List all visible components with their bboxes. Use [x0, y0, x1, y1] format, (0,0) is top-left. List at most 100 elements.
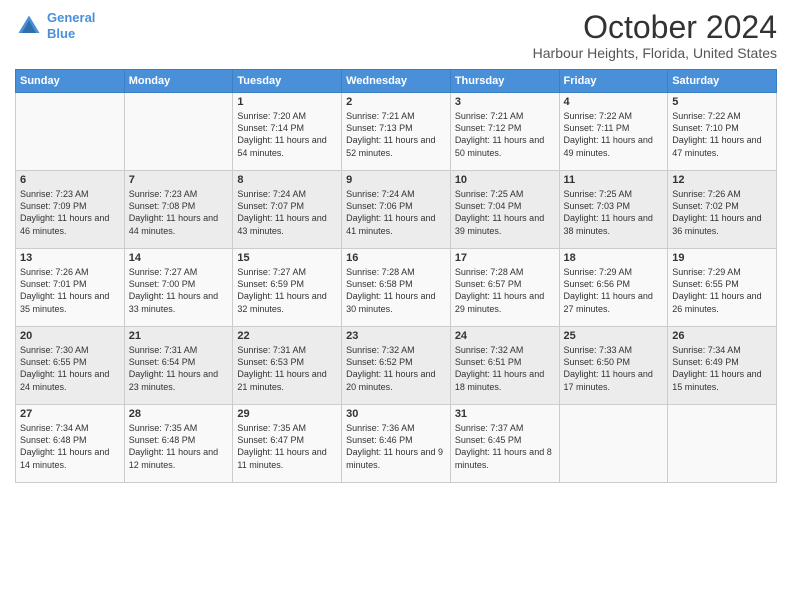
day-info: Sunrise: 7:25 AM Sunset: 7:03 PM Dayligh…: [564, 188, 664, 237]
calendar-cell: 2 Sunrise: 7:21 AM Sunset: 7:13 PM Daylig…: [342, 93, 451, 171]
day-info: Sunrise: 7:35 AM Sunset: 6:47 PM Dayligh…: [237, 422, 337, 471]
calendar-cell: 10 Sunrise: 7:25 AM Sunset: 7:04 PM Dayli…: [450, 171, 559, 249]
calendar-cell: [124, 93, 233, 171]
day-info: Sunrise: 7:28 AM Sunset: 6:58 PM Dayligh…: [346, 266, 446, 315]
week-row-4: 20Sunrise: 7:30 AM Sunset: 6:55 PM Dayli…: [16, 327, 777, 405]
day-info: Sunrise: 7:26 AM Sunset: 7:02 PM Dayligh…: [672, 188, 772, 237]
day-number: 20: [20, 330, 120, 342]
day-number: 31: [455, 408, 555, 420]
day-number: 2: [346, 96, 446, 108]
day-info: Sunrise: 7:29 AM Sunset: 6:56 PM Dayligh…: [564, 266, 664, 315]
calendar-cell: 31 Sunrise: 7:37 AM Sunset: 6:45 PM Dayli…: [450, 405, 559, 483]
day-info: Sunrise: 7:25 AM Sunset: 7:04 PM Dayligh…: [455, 188, 555, 237]
calendar-cell: [559, 405, 668, 483]
day-number: 23: [346, 330, 446, 342]
col-header-monday: Monday: [124, 70, 233, 93]
day-number: 28: [129, 408, 229, 420]
logo: General Blue: [15, 10, 95, 41]
col-header-wednesday: Wednesday: [342, 70, 451, 93]
week-row-5: 27Sunrise: 7:34 AM Sunset: 6:48 PM Dayli…: [16, 405, 777, 483]
day-number: 17: [455, 252, 555, 264]
calendar-cell: 17 Sunrise: 7:28 AM Sunset: 6:57 PM Dayli…: [450, 249, 559, 327]
logo-icon: [15, 12, 43, 40]
calendar-cell: 7Sunrise: 7:23 AM Sunset: 7:08 PM Daylig…: [124, 171, 233, 249]
day-number: 27: [20, 408, 120, 420]
day-number: 22: [237, 330, 337, 342]
col-header-sunday: Sunday: [16, 70, 125, 93]
day-number: 29: [237, 408, 337, 420]
day-number: 26: [672, 330, 772, 342]
main-title: October 2024: [533, 10, 777, 45]
calendar-table: SundayMondayTuesdayWednesdayThursdayFrid…: [15, 69, 777, 483]
day-number: 18: [564, 252, 664, 264]
day-info: Sunrise: 7:32 AM Sunset: 6:52 PM Dayligh…: [346, 344, 446, 393]
day-info: Sunrise: 7:27 AM Sunset: 6:59 PM Dayligh…: [237, 266, 337, 315]
week-row-1: 1 Sunrise: 7:20 AM Sunset: 7:14 PM Daylig…: [16, 93, 777, 171]
logo-line2: Blue: [47, 26, 75, 41]
col-header-tuesday: Tuesday: [233, 70, 342, 93]
day-info: Sunrise: 7:22 AM Sunset: 7:11 PM Dayligh…: [564, 110, 664, 159]
week-row-2: 6Sunrise: 7:23 AM Sunset: 7:09 PM Daylig…: [16, 171, 777, 249]
calendar-cell: 20Sunrise: 7:30 AM Sunset: 6:55 PM Dayli…: [16, 327, 125, 405]
day-number: 9: [346, 174, 446, 186]
calendar-cell: 11 Sunrise: 7:25 AM Sunset: 7:03 PM Dayli…: [559, 171, 668, 249]
page: General Blue October 2024 Harbour Height…: [0, 0, 792, 612]
calendar-cell: 27Sunrise: 7:34 AM Sunset: 6:48 PM Dayli…: [16, 405, 125, 483]
calendar-cell: 29 Sunrise: 7:35 AM Sunset: 6:47 PM Dayli…: [233, 405, 342, 483]
day-info: Sunrise: 7:37 AM Sunset: 6:45 PM Dayligh…: [455, 422, 555, 471]
day-number: 21: [129, 330, 229, 342]
day-number: 30: [346, 408, 446, 420]
calendar-cell: 21 Sunrise: 7:31 AM Sunset: 6:54 PM Dayli…: [124, 327, 233, 405]
calendar-cell: 5 Sunrise: 7:22 AM Sunset: 7:10 PM Daylig…: [668, 93, 777, 171]
day-info: Sunrise: 7:26 AM Sunset: 7:01 PM Dayligh…: [20, 266, 120, 315]
calendar-cell: 19Sunrise: 7:29 AM Sunset: 6:55 PM Dayli…: [668, 249, 777, 327]
day-info: Sunrise: 7:24 AM Sunset: 7:06 PM Dayligh…: [346, 188, 446, 237]
calendar-cell: 1 Sunrise: 7:20 AM Sunset: 7:14 PM Daylig…: [233, 93, 342, 171]
day-info: Sunrise: 7:27 AM Sunset: 7:00 PM Dayligh…: [129, 266, 229, 315]
calendar-cell: 25Sunrise: 7:33 AM Sunset: 6:50 PM Dayli…: [559, 327, 668, 405]
day-number: 19: [672, 252, 772, 264]
day-info: Sunrise: 7:21 AM Sunset: 7:12 PM Dayligh…: [455, 110, 555, 159]
day-number: 13: [20, 252, 120, 264]
day-info: Sunrise: 7:31 AM Sunset: 6:54 PM Dayligh…: [129, 344, 229, 393]
day-info: Sunrise: 7:24 AM Sunset: 7:07 PM Dayligh…: [237, 188, 337, 237]
calendar-cell: [16, 93, 125, 171]
calendar-cell: 23 Sunrise: 7:32 AM Sunset: 6:52 PM Dayli…: [342, 327, 451, 405]
day-number: 10: [455, 174, 555, 186]
day-number: 14: [129, 252, 229, 264]
header-row: SundayMondayTuesdayWednesdayThursdayFrid…: [16, 70, 777, 93]
col-header-thursday: Thursday: [450, 70, 559, 93]
day-number: 6: [20, 174, 120, 186]
calendar-cell: 22Sunrise: 7:31 AM Sunset: 6:53 PM Dayli…: [233, 327, 342, 405]
calendar-cell: 4 Sunrise: 7:22 AM Sunset: 7:11 PM Daylig…: [559, 93, 668, 171]
logo-text: General Blue: [47, 10, 95, 41]
day-number: 15: [237, 252, 337, 264]
subtitle: Harbour Heights, Florida, United States: [533, 45, 777, 61]
day-info: Sunrise: 7:36 AM Sunset: 6:46 PM Dayligh…: [346, 422, 446, 471]
calendar-header: SundayMondayTuesdayWednesdayThursdayFrid…: [16, 70, 777, 93]
day-info: Sunrise: 7:20 AM Sunset: 7:14 PM Dayligh…: [237, 110, 337, 159]
day-number: 5: [672, 96, 772, 108]
day-number: 1: [237, 96, 337, 108]
day-number: 3: [455, 96, 555, 108]
calendar-cell: 30 Sunrise: 7:36 AM Sunset: 6:46 PM Dayli…: [342, 405, 451, 483]
col-header-friday: Friday: [559, 70, 668, 93]
day-info: Sunrise: 7:22 AM Sunset: 7:10 PM Dayligh…: [672, 110, 772, 159]
day-info: Sunrise: 7:21 AM Sunset: 7:13 PM Dayligh…: [346, 110, 446, 159]
calendar-cell: 24Sunrise: 7:32 AM Sunset: 6:51 PM Dayli…: [450, 327, 559, 405]
week-row-3: 13 Sunrise: 7:26 AM Sunset: 7:01 PM Dayli…: [16, 249, 777, 327]
calendar-cell: [668, 405, 777, 483]
day-number: 4: [564, 96, 664, 108]
day-info: Sunrise: 7:33 AM Sunset: 6:50 PM Dayligh…: [564, 344, 664, 393]
day-number: 8: [237, 174, 337, 186]
day-info: Sunrise: 7:28 AM Sunset: 6:57 PM Dayligh…: [455, 266, 555, 315]
calendar-cell: 6Sunrise: 7:23 AM Sunset: 7:09 PM Daylig…: [16, 171, 125, 249]
calendar-cell: 28Sunrise: 7:35 AM Sunset: 6:48 PM Dayli…: [124, 405, 233, 483]
calendar-cell: 8 Sunrise: 7:24 AM Sunset: 7:07 PM Daylig…: [233, 171, 342, 249]
day-info: Sunrise: 7:32 AM Sunset: 6:51 PM Dayligh…: [455, 344, 555, 393]
calendar-cell: 9 Sunrise: 7:24 AM Sunset: 7:06 PM Daylig…: [342, 171, 451, 249]
calendar-cell: 12Sunrise: 7:26 AM Sunset: 7:02 PM Dayli…: [668, 171, 777, 249]
calendar-body: 1 Sunrise: 7:20 AM Sunset: 7:14 PM Daylig…: [16, 93, 777, 483]
logo-line1: General: [47, 10, 95, 25]
day-number: 11: [564, 174, 664, 186]
